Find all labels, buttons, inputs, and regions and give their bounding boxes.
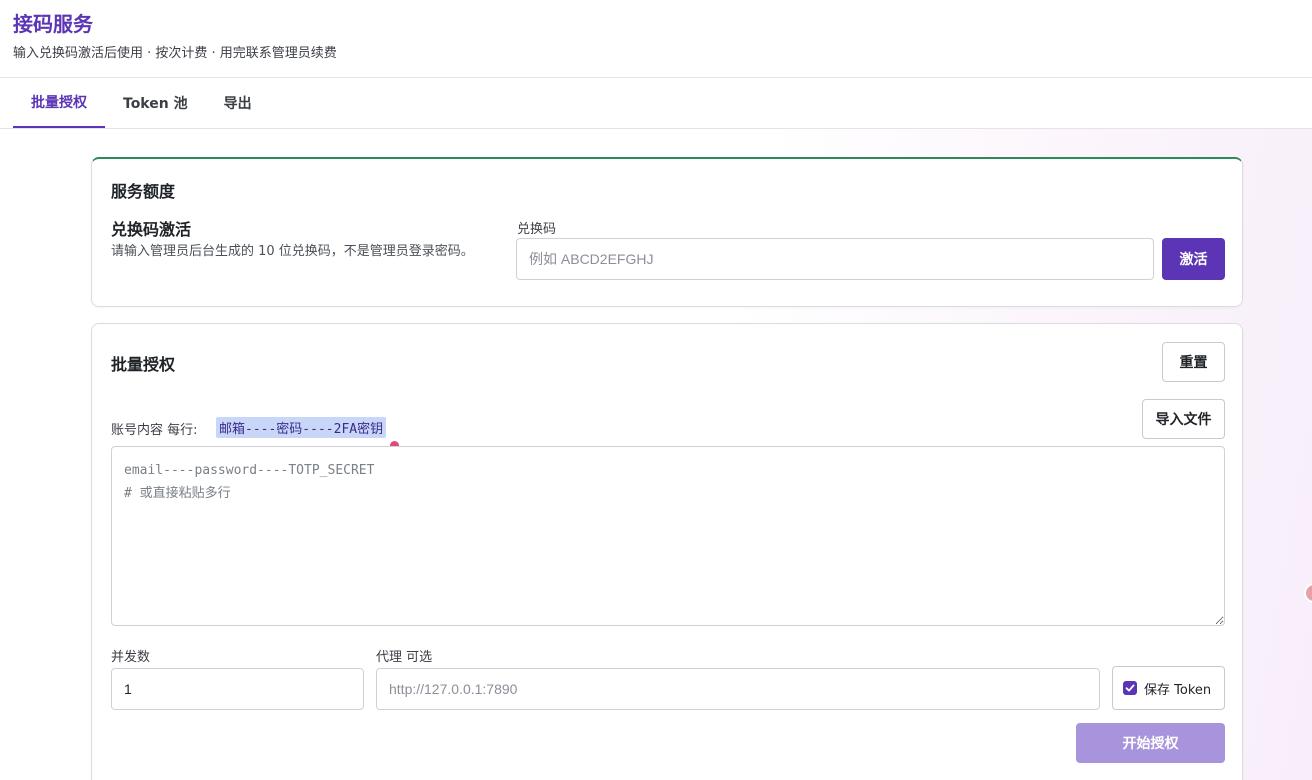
start-authorize-button[interactable]: 开始授权 [1076, 723, 1225, 763]
proxy-label: 代理 可选 [376, 650, 433, 665]
tab-export[interactable]: 导出 [206, 78, 270, 128]
quota-card-title: 服务额度 [111, 182, 176, 201]
app-title: 接码服务 [13, 12, 93, 36]
accounts-format-hint: 邮箱----密码----2FA密钥 [216, 417, 387, 438]
app-header: 接码服务 输入兑换码激活后使用 · 按次计费 · 用完联系管理员续费 [0, 0, 1312, 78]
concurrency-input[interactable] [111, 668, 364, 710]
quota-card: 服务额度 兑换码激活 请输入管理员后台生成的 10 位兑换码，不是管理员登录密码… [91, 157, 1243, 307]
reset-button[interactable]: 重置 [1162, 342, 1225, 382]
save-token-toggle[interactable]: 保存 Token [1112, 666, 1225, 710]
tab-bar: 批量授权 Token 池 导出 [0, 78, 1312, 129]
accounts-label: 账号内容 每行: [111, 423, 198, 438]
proxy-input[interactable] [376, 668, 1100, 710]
import-file-button[interactable]: 导入文件 [1142, 399, 1225, 439]
app-subtitle: 输入兑换码激活后使用 · 按次计费 · 用完联系管理员续费 [13, 46, 337, 61]
redeem-description: 请输入管理员后台生成的 10 位兑换码，不是管理员登录密码。 [111, 244, 474, 259]
tab-token-pool[interactable]: Token 池 [105, 78, 206, 128]
redeem-code-label: 兑换码 [517, 222, 557, 237]
redeem-section-title: 兑换码激活 [111, 220, 192, 239]
redeem-code-input[interactable] [516, 238, 1154, 280]
concurrency-label: 并发数 [111, 650, 151, 665]
batch-card-title: 批量授权 [111, 355, 176, 374]
save-token-label: 保存 Token [1144, 682, 1212, 698]
batch-authorize-card: 批量授权 重置 导入文件 账号内容 每行: 邮箱----密码----2FA密钥 … [91, 323, 1243, 780]
activate-button[interactable]: 激活 [1162, 238, 1225, 280]
checkbox-checked-icon[interactable] [1123, 681, 1137, 695]
floating-assistant-icon[interactable] [1304, 583, 1312, 603]
accounts-textarea[interactable] [111, 446, 1225, 626]
tab-batch-authorize[interactable]: 批量授权 [13, 78, 105, 128]
